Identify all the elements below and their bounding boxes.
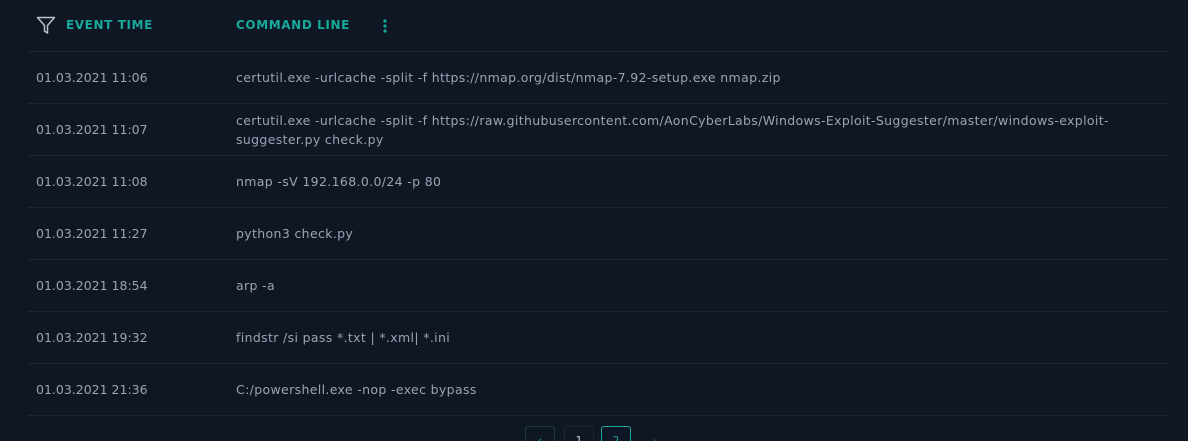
filter-icon[interactable] bbox=[36, 16, 56, 35]
table-row[interactable]: 01.03.2021 18:54 arp -a bbox=[28, 260, 1169, 312]
table-body: 01.03.2021 11:06 certutil.exe -urlcache … bbox=[28, 52, 1169, 416]
command-line-cell: C:/powershell.exe -nop -exec bypass bbox=[236, 382, 477, 397]
table-row[interactable]: 01.03.2021 21:36 C:/powershell.exe -nop … bbox=[28, 364, 1169, 416]
table-row[interactable]: 01.03.2021 11:06 certutil.exe -urlcache … bbox=[28, 52, 1169, 104]
event-time-cell: 01.03.2021 19:32 bbox=[36, 330, 148, 345]
column-header-event-time[interactable]: EVENT TIME bbox=[66, 18, 153, 32]
next-page-button[interactable]: › bbox=[640, 426, 670, 441]
command-line-cell: python3 check.py bbox=[236, 226, 354, 241]
table-row[interactable]: 01.03.2021 11:08 nmap -sV 192.168.0.0/24… bbox=[28, 156, 1169, 208]
event-time-cell: 01.03.2021 11:08 bbox=[36, 174, 148, 189]
table-header: EVENT TIME COMMAND LINE bbox=[28, 0, 1169, 52]
pagination: ‹ 1 2 › bbox=[0, 426, 1188, 441]
table-row[interactable]: 01.03.2021 11:27 python3 check.py bbox=[28, 208, 1169, 260]
table-row[interactable]: 01.03.2021 19:32 findstr /si pass *.txt … bbox=[28, 312, 1169, 364]
prev-page-button[interactable]: ‹ bbox=[525, 426, 555, 441]
event-time-cell: 01.03.2021 21:36 bbox=[36, 382, 148, 397]
event-time-cell: 01.03.2021 11:27 bbox=[36, 226, 148, 241]
page-button-1[interactable]: 1 bbox=[564, 426, 594, 441]
command-line-cell: certutil.exe -urlcache -split -f https:/… bbox=[236, 70, 781, 85]
event-time-cell: 01.03.2021 11:06 bbox=[36, 70, 148, 85]
command-line-cell: certutil.exe -urlcache -split -f https:/… bbox=[236, 112, 1109, 147]
page-button-2-current[interactable]: 2 bbox=[601, 426, 631, 441]
event-time-cell: 01.03.2021 18:54 bbox=[36, 278, 148, 293]
table-row[interactable]: 01.03.2021 11:07 certutil.exe -urlcache … bbox=[28, 104, 1169, 156]
command-line-cell: findstr /si pass *.txt | *.xml| *.ini bbox=[236, 330, 451, 345]
events-table-panel: EVENT TIME COMMAND LINE 01.03.2021 11:06… bbox=[0, 0, 1188, 441]
more-vertical-icon[interactable] bbox=[380, 16, 390, 36]
event-time-cell: 01.03.2021 11:07 bbox=[36, 122, 148, 137]
command-line-cell: nmap -sV 192.168.0.0/24 -p 80 bbox=[236, 174, 442, 189]
command-line-cell: arp -a bbox=[236, 278, 275, 293]
column-header-command-line[interactable]: COMMAND LINE bbox=[236, 18, 350, 32]
